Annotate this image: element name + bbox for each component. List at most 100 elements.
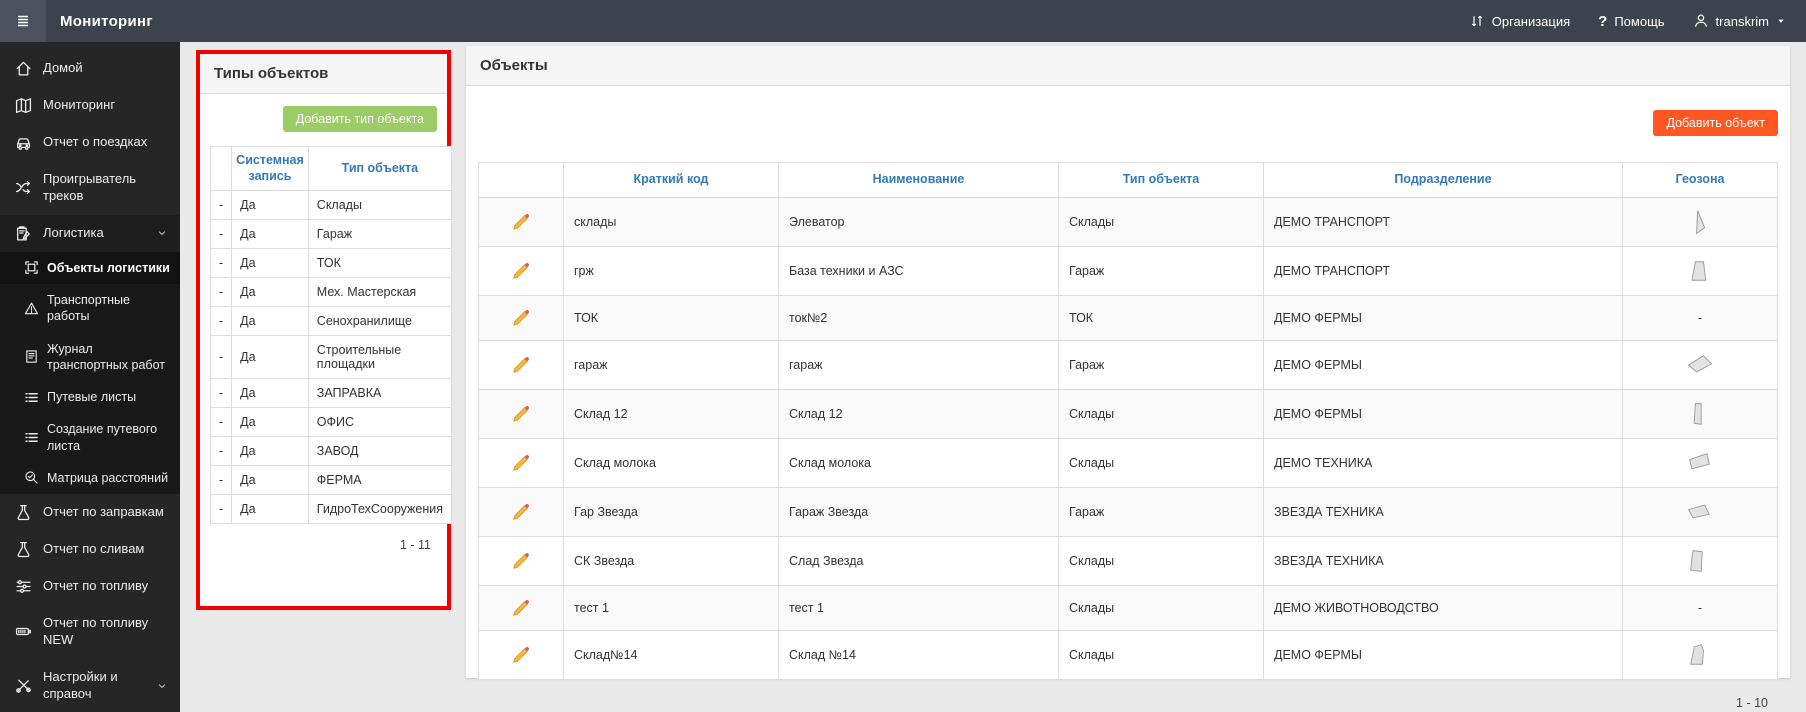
cell-edit[interactable] — [479, 487, 564, 536]
sidebar-item-label: Матрица расстояний — [47, 470, 170, 486]
warning-icon — [24, 301, 39, 316]
cell-edit[interactable] — [479, 295, 564, 340]
edit-pencil-icon[interactable] — [510, 403, 532, 425]
object-type-row[interactable]: -ДаСклады — [211, 191, 452, 220]
sidebar-item-drain-report[interactable]: Отчет по сливам — [0, 531, 180, 568]
user-menu[interactable]: transkrim — [1693, 13, 1786, 29]
object-row[interactable]: СК ЗвездаСлад ЗвездаСкладыЗВЕЗДА ТЕХНИКА — [479, 536, 1778, 585]
hamburger-icon — [15, 13, 31, 29]
sidebar-item-home[interactable]: Домой — [0, 50, 180, 87]
cell-object-type: ОФИС — [308, 408, 451, 437]
sidebar-item-label: Путевые листы — [47, 389, 170, 405]
object-types-pagination: 1 - 11 — [210, 524, 437, 552]
cell-edit[interactable] — [479, 438, 564, 487]
home-icon — [15, 60, 32, 77]
edit-pencil-icon[interactable] — [510, 597, 532, 619]
sidebar-item-track-player[interactable]: Проигрыватель треков — [0, 161, 180, 215]
object-row[interactable]: ТОКток№2ТОКДЕМО ФЕРМЫ- — [479, 295, 1778, 340]
object-row[interactable]: гаражгаражГаражДЕМО ФЕРМЫ — [479, 340, 1778, 389]
sidebar-item-distance-matrix[interactable]: Матрица расстояний — [0, 462, 180, 494]
sidebar-item-label: Транспортные работы — [47, 292, 170, 325]
sidebar-item-label: Журнал транспортных работ — [47, 341, 170, 374]
sidebar-item-waybills[interactable]: Путевые листы — [0, 381, 180, 413]
topbar: Мониторинг Организация ? Помощь transkri… — [0, 0, 1806, 42]
organization-label: Организация — [1492, 14, 1570, 29]
sidebar-item-waybill-create[interactable]: Создание путевого листа — [0, 413, 180, 462]
add-object-button[interactable]: Добавить объект — [1653, 110, 1778, 136]
column-header-division[interactable]: Подразделение — [1264, 163, 1623, 198]
cell-system-record: Да — [232, 466, 309, 495]
cell-edit[interactable] — [479, 630, 564, 679]
sidebar-item-label: Отчет по сливам — [43, 541, 168, 558]
object-row[interactable]: складыЭлеваторСкладыДЕМО ТРАНСПОРТ — [479, 197, 1778, 246]
cell-edit[interactable] — [479, 197, 564, 246]
cell-geozone: - — [1623, 295, 1778, 340]
sidebar-item-trip-report[interactable]: Отчет о поездках — [0, 124, 180, 161]
sidebar-item-monitoring[interactable]: Мониторинг — [0, 87, 180, 124]
cell-edit[interactable] — [479, 536, 564, 585]
object-type-row[interactable]: -ДаТОК — [211, 249, 452, 278]
sidebar-item-transport-journal[interactable]: Журнал транспортных работ — [0, 333, 180, 382]
edit-pencil-icon[interactable] — [510, 211, 532, 233]
hamburger-menu-button[interactable] — [0, 0, 46, 42]
cell-name: Склад молока — [779, 438, 1059, 487]
sidebar-item-fuel-report[interactable]: Отчет по топливу — [0, 568, 180, 605]
object-type-row[interactable]: -ДаГараж — [211, 220, 452, 249]
cell-edit[interactable] — [479, 389, 564, 438]
object-types-panel: Типы объектов Добавить тип объекта Систе… — [200, 54, 447, 606]
object-type-row[interactable]: -ДаГидроТехСооружения — [211, 495, 452, 524]
cell-object-type: ФЕРМА — [308, 466, 451, 495]
object-type-row[interactable]: -ДаЗАВОД — [211, 437, 452, 466]
edit-pencil-icon[interactable] — [510, 354, 532, 376]
edit-pencil-icon[interactable] — [510, 307, 532, 329]
cell-edit[interactable] — [479, 585, 564, 630]
object-type-row[interactable]: -ДаЗАПРАВКА — [211, 379, 452, 408]
object-row[interactable]: Склад 12Склад 12СкладыДЕМО ФЕРМЫ — [479, 389, 1778, 438]
edit-pencil-icon[interactable] — [510, 260, 532, 282]
object-types-table: Системная запись Тип объекта -ДаСклады-Д… — [210, 146, 452, 524]
object-row[interactable]: Склад молокаСклад молокаСкладыДЕМО ТЕХНИ… — [479, 438, 1778, 487]
cell-geozone — [1623, 536, 1778, 585]
organization-menu[interactable]: Организация — [1469, 13, 1570, 29]
cell-dash: - — [211, 336, 232, 379]
edit-pencil-icon[interactable] — [510, 452, 532, 474]
object-type-row[interactable]: -ДаСенохранилище — [211, 307, 452, 336]
sidebar-item-fuel-report-new[interactable]: Отчет по топливу NEW — [0, 605, 180, 659]
object-row[interactable]: тест 1тест 1СкладыДЕМО ЖИВОТНОВОДСТВО- — [479, 585, 1778, 630]
sidebar-item-logistics-objects[interactable]: Объекты логистики — [0, 252, 180, 284]
username: transkrim — [1716, 14, 1769, 29]
column-header-short-code[interactable]: Краткий код — [564, 163, 779, 198]
sidebar-item-logistics[interactable]: Логистика — [0, 215, 180, 252]
column-header-system-record[interactable]: Системная запись — [232, 147, 309, 191]
object-row[interactable]: Гар ЗвездаГараж ЗвездаГаражЗВЕЗДА ТЕХНИК… — [479, 487, 1778, 536]
sidebar-item-settings[interactable]: Настройки и справоч — [0, 659, 180, 712]
cell-division: ДЕМО ТРАНСПОРТ — [1264, 197, 1623, 246]
cell-object-type: Склады — [1059, 389, 1264, 438]
sidebar-item-transport-works[interactable]: Транспортные работы — [0, 284, 180, 333]
edit-pencil-icon[interactable] — [510, 550, 532, 572]
column-header-name[interactable]: Наименование — [779, 163, 1059, 198]
chevron-down-icon — [156, 680, 168, 692]
sidebar-item-label: Мониторинг — [43, 97, 168, 114]
column-header-geozone[interactable]: Геозона — [1623, 163, 1778, 198]
add-object-type-button[interactable]: Добавить тип объекта — [283, 106, 437, 132]
flask-icon — [15, 504, 32, 521]
person-icon — [1693, 13, 1709, 29]
cell-edit[interactable] — [479, 246, 564, 295]
help-menu[interactable]: ? Помощь — [1598, 13, 1664, 30]
object-type-row[interactable]: -ДаОФИС — [211, 408, 452, 437]
object-row[interactable]: гржБаза техники и АЗСГаражДЕМО ТРАНСПОРТ — [479, 246, 1778, 295]
object-type-row[interactable]: -ДаМех. Мастерская — [211, 278, 452, 307]
object-type-row[interactable]: -ДаФЕРМА — [211, 466, 452, 495]
column-header-object-type[interactable]: Тип объекта — [308, 147, 451, 191]
object-row[interactable]: Склад№14Склад №14СкладыДЕМО ФЕРМЫ — [479, 630, 1778, 679]
edit-pencil-icon[interactable] — [510, 644, 532, 666]
cell-geozone — [1623, 246, 1778, 295]
cell-edit[interactable] — [479, 340, 564, 389]
chevron-down-icon — [156, 227, 168, 239]
object-type-row[interactable]: -ДаСтроительные площадки — [211, 336, 452, 379]
cell-short-code: Склад 12 — [564, 389, 779, 438]
column-header-object-type[interactable]: Тип объекта — [1059, 163, 1264, 198]
edit-pencil-icon[interactable] — [510, 501, 532, 523]
sidebar-item-refuel-report[interactable]: Отчет по заправкам — [0, 494, 180, 531]
